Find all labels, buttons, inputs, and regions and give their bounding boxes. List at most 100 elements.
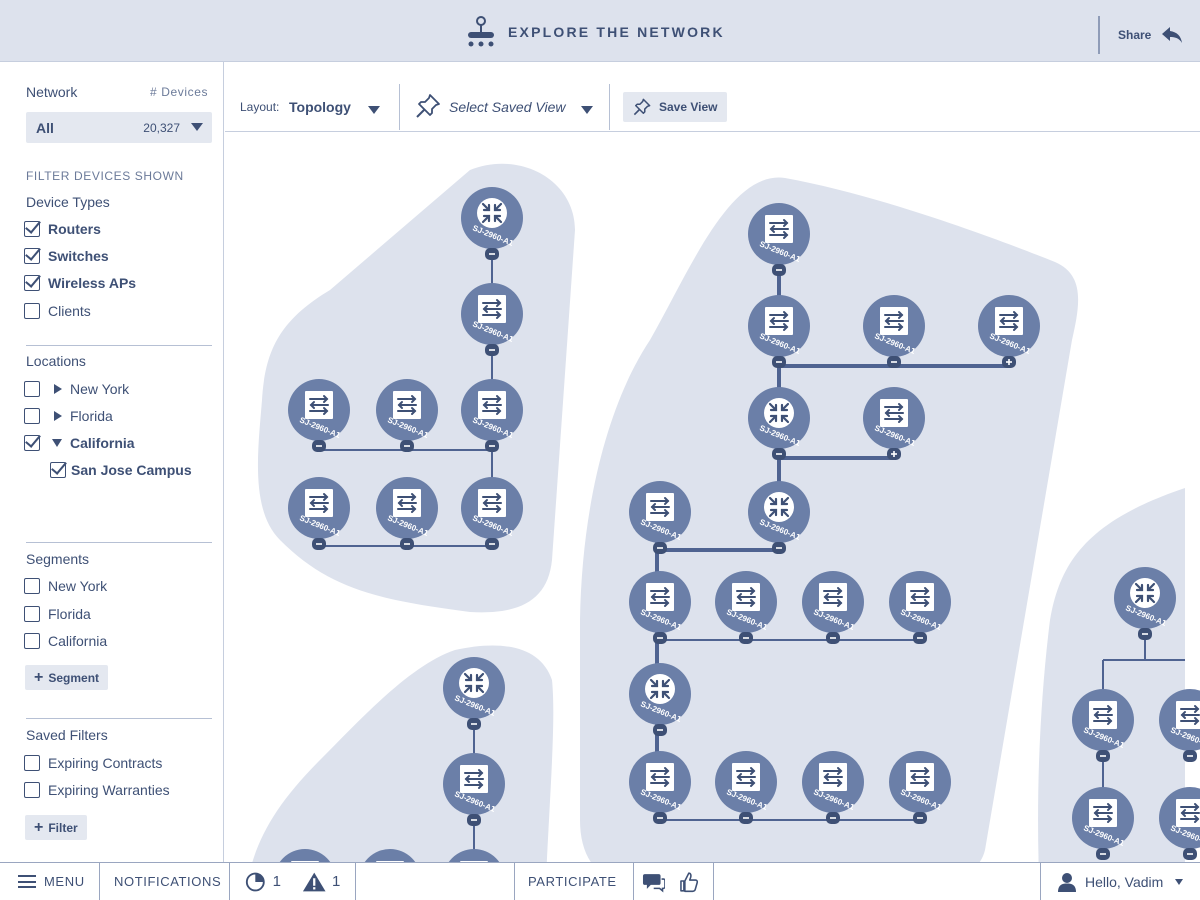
topology-graph[interactable]: SJ-2960-A1SJ-2960-A1SJ-2960-A1 SJ-2960-A1…: [225, 133, 1200, 862]
segment-checkbox[interactable]: [24, 633, 40, 649]
collapse-node-button[interactable]: [1183, 750, 1197, 762]
saved-filter-expiring-contracts[interactable]: Expiring Contracts: [24, 755, 162, 771]
collapse-node-button[interactable]: [772, 448, 786, 460]
location-california[interactable]: California: [24, 435, 135, 451]
collapse-node-button[interactable]: [312, 440, 326, 452]
share-arrow-icon: [1162, 27, 1183, 43]
collapse-node-button[interactable]: [485, 248, 499, 260]
expand-arrow-icon[interactable]: [54, 384, 62, 394]
add-filter-button[interactable]: + Filter: [25, 815, 87, 840]
participate-label: PARTICIPATE: [528, 874, 617, 889]
expand-arrow-icon[interactable]: [54, 411, 62, 421]
collapse-node-button[interactable]: [826, 812, 840, 824]
saved-filter-expiring-warranties[interactable]: Expiring Warranties: [24, 782, 170, 798]
collapse-node-button[interactable]: [653, 812, 667, 824]
divider: [26, 345, 212, 346]
filter-routers[interactable]: Routers: [24, 221, 101, 237]
routers-checkbox[interactable]: [24, 221, 40, 237]
segment-label: California: [48, 633, 108, 649]
florida-checkbox[interactable]: [24, 408, 40, 424]
add-segment-button[interactable]: + Segment: [25, 665, 109, 690]
filter-clients[interactable]: Clients: [24, 303, 91, 319]
clients-checkbox[interactable]: [24, 303, 40, 319]
switches-checkbox[interactable]: [24, 248, 40, 264]
topology-canvas[interactable]: SJ-2960-A1 SJ-2960-A1 SJ-2960-A1 SJ-2960-A1…: [225, 133, 1200, 862]
user-menu[interactable]: Hello, Vadim: [1040, 863, 1200, 900]
collapse-node-button[interactable]: [772, 264, 786, 276]
participate-button[interactable]: PARTICIPATE: [514, 863, 634, 900]
collapse-node-button[interactable]: [739, 812, 753, 824]
switch-icon: [818, 582, 848, 612]
collapse-node-button[interactable]: [485, 538, 499, 550]
save-view-button[interactable]: Save View: [623, 92, 727, 122]
collapse-node-button[interactable]: [653, 724, 667, 736]
wireless-aps-checkbox[interactable]: [24, 275, 40, 291]
collapse-node-button[interactable]: [887, 356, 901, 368]
expand-node-button[interactable]: [887, 448, 901, 460]
collapse-node-button[interactable]: [467, 814, 481, 826]
collapse-node-button[interactable]: [400, 538, 414, 550]
california-checkbox[interactable]: [24, 435, 40, 451]
filter-wireless-aps[interactable]: Wireless APs: [24, 275, 136, 291]
collapse-node-button[interactable]: [653, 542, 667, 554]
collapse-node-button[interactable]: [400, 440, 414, 452]
segment-checkbox[interactable]: [24, 578, 40, 594]
switch-icon: [731, 762, 761, 792]
location-label: San Jose Campus: [71, 462, 192, 478]
segment-checkbox[interactable]: [24, 606, 40, 622]
share-button[interactable]: Share: [1098, 16, 1200, 54]
collapse-node-button[interactable]: [913, 812, 927, 824]
collapse-node-button[interactable]: [913, 632, 927, 644]
footer-spacer: [356, 863, 514, 900]
notifications-button[interactable]: NOTIFICATIONS: [100, 863, 230, 900]
chevron-down-icon: [581, 106, 593, 114]
location-label: New York: [70, 381, 130, 397]
expand-node-button[interactable]: [1002, 356, 1016, 368]
switch-icon: [1175, 798, 1200, 828]
status-counters: 1 1: [230, 863, 356, 900]
thumbs-up-icon[interactable]: [679, 871, 699, 893]
wireless-aps-label: Wireless APs: [48, 275, 137, 291]
collapse-node-button[interactable]: [826, 632, 840, 644]
switch-icon: [1088, 700, 1118, 730]
collapse-node-button[interactable]: [1183, 848, 1197, 860]
collapse-node-button[interactable]: [772, 542, 786, 554]
location-san-jose-campus[interactable]: San Jose Campus: [50, 462, 192, 478]
filter-switches[interactable]: Switches: [24, 248, 109, 264]
collapse-node-button[interactable]: [739, 632, 753, 644]
switch-icon: [1175, 700, 1200, 730]
layout-value: Topology: [289, 99, 351, 115]
segment-california[interactable]: California: [24, 633, 107, 649]
new-york-checkbox[interactable]: [24, 381, 40, 397]
collapse-node-button[interactable]: [485, 344, 499, 356]
router-icon: [762, 490, 796, 524]
saved-filter-checkbox[interactable]: [24, 782, 40, 798]
switch-icon: [459, 764, 489, 794]
collapse-node-button[interactable]: [312, 538, 326, 550]
pie-chart-icon[interactable]: [244, 870, 267, 894]
collapse-node-button[interactable]: [467, 718, 481, 730]
segment-new-york[interactable]: New York: [24, 578, 107, 594]
warning-icon[interactable]: [302, 870, 326, 894]
network-select[interactable]: All 20,327: [26, 112, 212, 143]
chat-icon[interactable]: [642, 871, 666, 893]
footer-spacer: [714, 863, 1040, 900]
notifications-label: NOTIFICATIONS: [114, 874, 222, 889]
collapse-node-button[interactable]: [653, 632, 667, 644]
menu-button[interactable]: MENU: [0, 863, 100, 900]
divider: [609, 84, 610, 130]
collapse-node-button[interactable]: [485, 440, 499, 452]
location-florida[interactable]: Florida: [24, 408, 113, 424]
saved-filter-checkbox[interactable]: [24, 755, 40, 771]
location-new-york[interactable]: New York: [24, 381, 129, 397]
segment-florida[interactable]: Florida: [24, 606, 91, 622]
saved-view-placeholder: Select Saved View: [449, 99, 566, 115]
collapse-node-button[interactable]: [1096, 750, 1110, 762]
collapse-node-button[interactable]: [772, 356, 786, 368]
chevron-down-icon: [1175, 878, 1184, 885]
collapse-node-button[interactable]: [1138, 628, 1152, 640]
collapse-arrow-icon[interactable]: [52, 439, 62, 447]
san-jose-campus-checkbox[interactable]: [50, 462, 66, 478]
location-label: Florida: [70, 408, 113, 424]
collapse-node-button[interactable]: [1096, 848, 1110, 860]
